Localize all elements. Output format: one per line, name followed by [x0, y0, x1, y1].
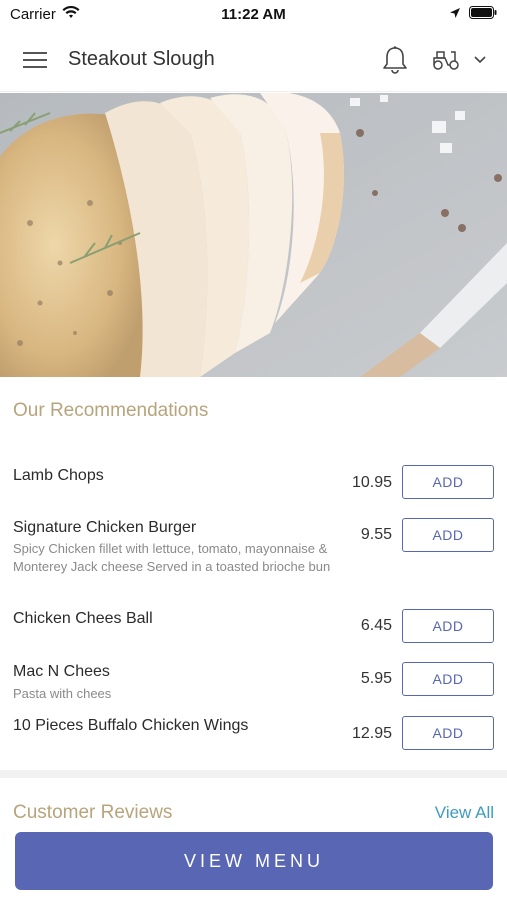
section-divider	[0, 770, 507, 778]
item-price: 5.95	[360, 670, 392, 687]
restaurant-title: Steakout Slough	[68, 48, 215, 70]
item-description: Spicy Chicken fillet with lettuce, tomat…	[13, 541, 331, 574]
app-header: Steakout Slough	[0, 28, 507, 92]
menu-item: 10 Pieces Buffalo Chicken Wings 12.95 AD…	[0, 704, 507, 758]
menu-item: Mac N Chees Pasta with chees 5.95 ADD	[0, 650, 507, 704]
item-name: Chicken Chees Ball	[13, 610, 153, 627]
header-actions	[381, 45, 487, 75]
carrier-label: Carrier	[10, 5, 56, 23]
item-price: 10.95	[351, 474, 392, 491]
menu-item: Signature Chicken Burger Spicy Chicken f…	[0, 507, 507, 597]
scooter-icon[interactable]	[431, 48, 461, 72]
item-name: Mac N Chees	[13, 663, 110, 680]
add-button[interactable]: ADD	[402, 518, 494, 552]
location-arrow-icon	[449, 6, 461, 23]
battery-icon	[468, 5, 497, 23]
menu-icon[interactable]	[20, 45, 50, 75]
item-price: 9.55	[360, 526, 392, 543]
view-menu-button[interactable]: VIEW MENU	[15, 832, 493, 890]
add-button[interactable]: ADD	[402, 609, 494, 643]
item-name: Lamb Chops	[13, 467, 104, 484]
add-button[interactable]: ADD	[402, 465, 494, 499]
recommendations-title: Our Recommendations	[13, 400, 209, 421]
menu-item: Lamb Chops 10.95 ADD	[0, 455, 507, 507]
item-name: Signature Chicken Burger	[13, 519, 197, 536]
chevron-down-icon[interactable]	[473, 55, 487, 65]
status-bar: Carrier 11:22 AM	[0, 0, 507, 28]
hero-food-image	[0, 93, 507, 377]
view-all-reviews-link[interactable]: View All	[435, 803, 494, 823]
menu-item: Chicken Chees Ball 6.45 ADD	[0, 597, 507, 650]
status-right	[347, 5, 497, 23]
item-price: 12.95	[351, 725, 392, 742]
wifi-icon	[62, 5, 80, 23]
item-price: 6.45	[360, 617, 392, 634]
bell-icon[interactable]	[381, 45, 409, 75]
add-button[interactable]: ADD	[402, 716, 494, 750]
recommendations-list: Lamb Chops 10.95 ADD Signature Chicken B…	[0, 455, 507, 758]
item-name: 10 Pieces Buffalo Chicken Wings	[13, 717, 249, 734]
status-time: 11:22 AM	[221, 5, 286, 23]
item-description: Pasta with chees	[13, 686, 112, 701]
add-button[interactable]: ADD	[402, 662, 494, 696]
reviews-title: Customer Reviews	[13, 802, 173, 823]
status-left: Carrier	[10, 5, 160, 23]
